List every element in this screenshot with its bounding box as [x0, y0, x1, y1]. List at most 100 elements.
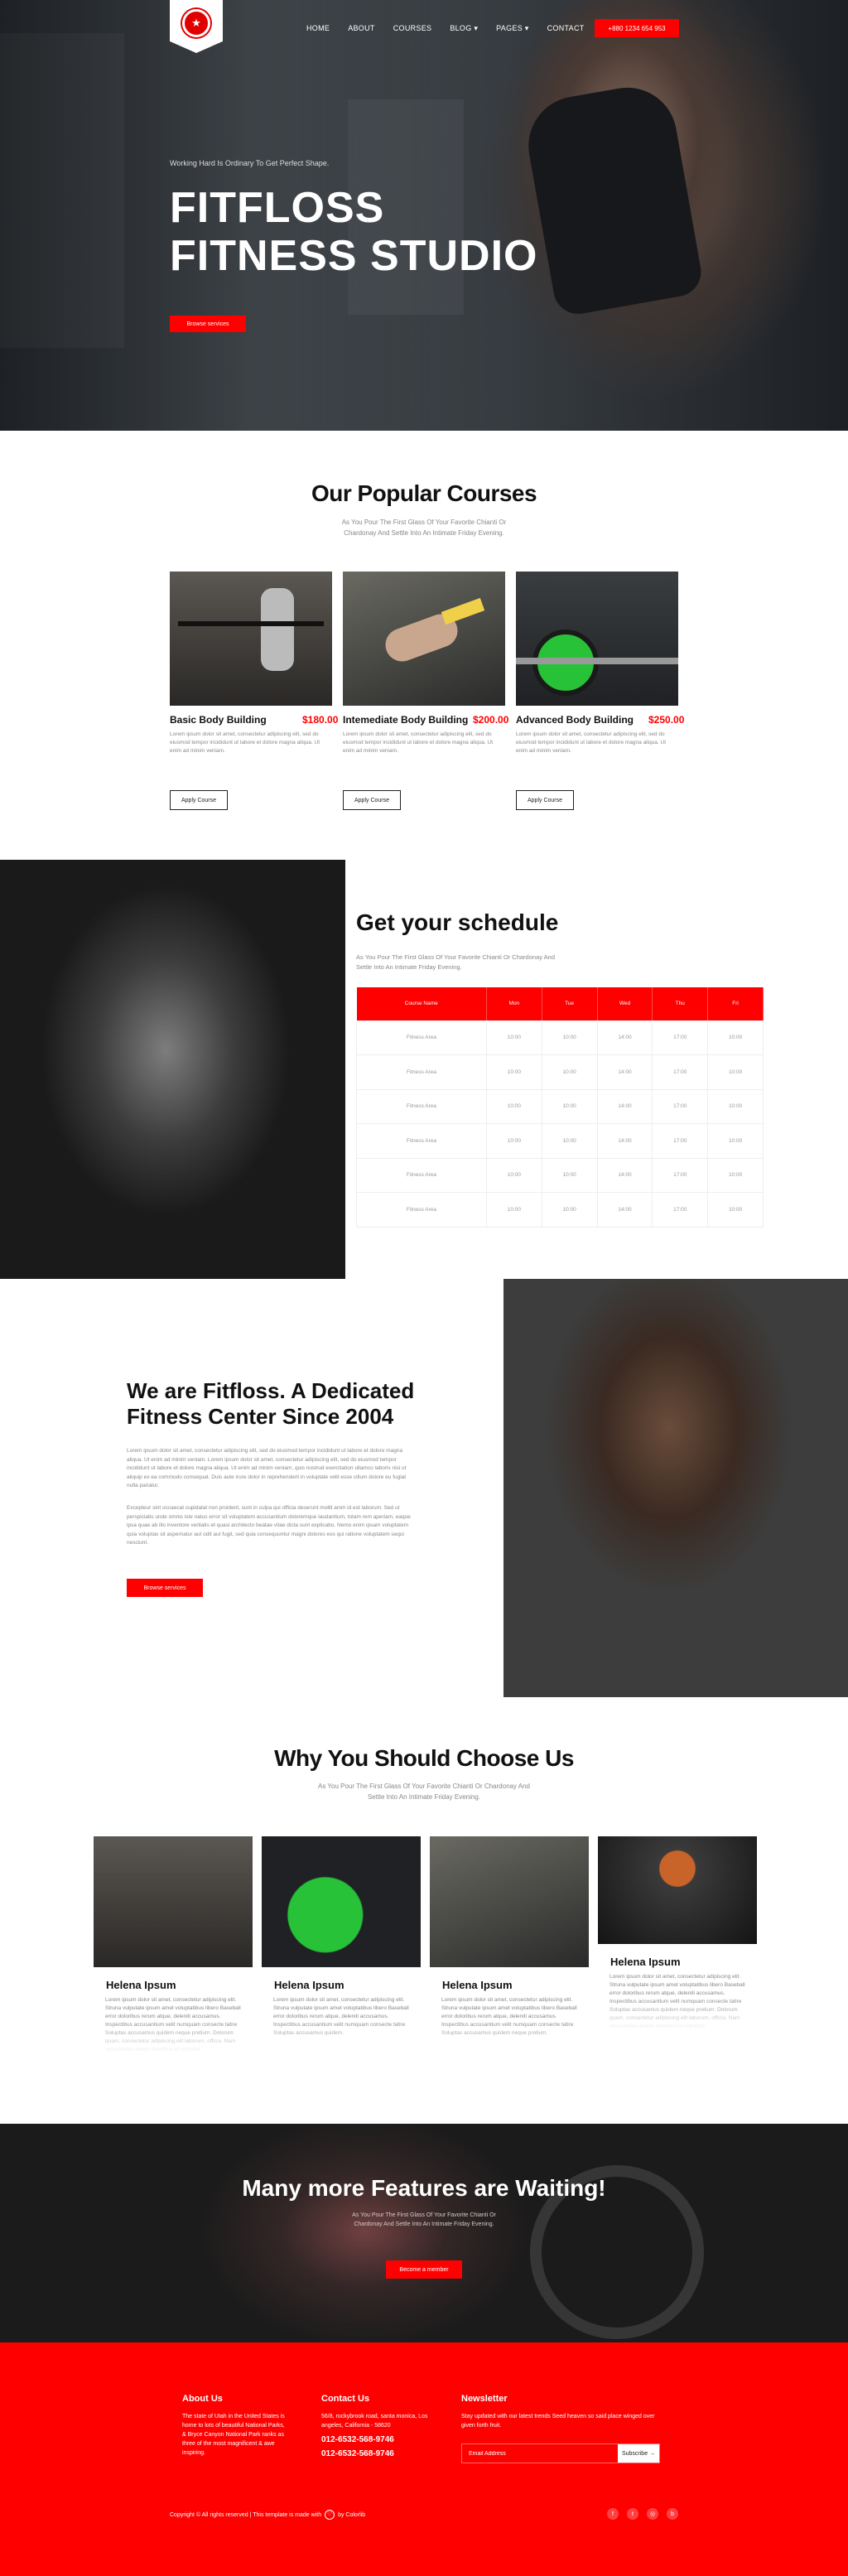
footer-about-text: The state of Utah in the United States i…: [182, 2414, 285, 2456]
why-card-image: [430, 1836, 589, 1967]
footer-newsletter-text: Stay updated with our latest trends Seed…: [461, 2414, 655, 2429]
copyright-text: Copyright © All rights reserved | This t…: [170, 2511, 322, 2518]
footer-newsletter-title: Newsletter: [461, 2394, 508, 2404]
table-cell: 10:00: [485, 1157, 542, 1193]
why-card-title: Helena Ipsum: [274, 1979, 344, 1991]
about-title-line2: Fitness Center Since 2004: [127, 1404, 394, 1429]
nav-blog[interactable]: BLOG ▾: [450, 24, 478, 33]
features-title: Many more Features are Waiting!: [242, 2175, 606, 2201]
why-card-text: Lorem ipsum dolor sit amet, consectetur …: [105, 1997, 241, 2053]
table-cell: 17:00: [652, 1123, 709, 1159]
course-name: Advanced Body Building: [516, 714, 634, 726]
why-subtitle: As You Pour The First Glass Of Your Favo…: [318, 1782, 530, 1801]
table-cell: 17:00: [652, 1020, 709, 1055]
hero-title-line2: FITNESS STUDIO: [170, 232, 538, 280]
why-card-image: [598, 1836, 757, 1944]
nav-contact[interactable]: CONTACT: [547, 24, 585, 33]
course-price: $250.00: [648, 714, 685, 726]
features-banner: Many more Features are Waiting! As You P…: [0, 2124, 848, 2342]
course-image: [516, 572, 678, 706]
about-title-line1: We are Fitfloss. A Dedicated: [127, 1378, 415, 1403]
hero-section: ★ HOME ABOUT COURSES BLOG ▾ PAGES ▾ CONT…: [0, 0, 848, 431]
table-cell: 17:00: [652, 1192, 709, 1228]
schedule-subtitle: As You Pour The First Glass Of Your Favo…: [356, 953, 555, 971]
email-input[interactable]: [462, 2444, 618, 2463]
nav-about[interactable]: ABOUT: [348, 24, 375, 33]
hero-title-line1: FITFLOSS: [170, 184, 385, 232]
logo[interactable]: ★: [170, 0, 223, 53]
table-row: Fitness Area 10:00 10:00 14:00 17:00 10:00: [356, 1088, 764, 1124]
table-cell: 10:00: [485, 1020, 542, 1055]
why-title: Why You Should Choose Us: [274, 1745, 574, 1771]
browse-services-button[interactable]: Browse services: [170, 316, 246, 332]
table-cell: 10:00: [541, 1157, 598, 1193]
course-description: Lorem ipsum dolor sit amet, consectetur …: [170, 731, 320, 754]
course-image: [170, 572, 332, 706]
why-card-text: Lorem ipsum dolor sit amet, consectetur …: [273, 1997, 409, 2036]
footer-contact-title: Contact Us: [321, 2394, 370, 2404]
become-member-button[interactable]: Become a member: [386, 2260, 462, 2279]
table-header: Wed: [597, 987, 653, 1020]
copyright-link[interactable]: by Colorlib: [338, 2512, 365, 2518]
table-cell: 10:00: [707, 1054, 764, 1090]
course-name: Intemediate Body Building: [343, 714, 469, 726]
why-card: Helena Ipsum Lorem ipsum dolor sit amet,…: [94, 1836, 253, 2054]
athlete-portrait-image: [504, 1279, 848, 1697]
course-price: $180.00: [302, 714, 339, 726]
table-cell: Fitness Area: [356, 1192, 487, 1228]
schedule-table: Course Name Mon Tue Wed Thu Fri Fitness …: [356, 987, 764, 1228]
table-cell: Fitness Area: [356, 1054, 487, 1090]
table-cell: Fitness Area: [356, 1157, 487, 1193]
table-row: Fitness Area 10:00 10:00 14:00 17:00 10:00: [356, 1157, 764, 1193]
table-cell: 10:00: [485, 1054, 542, 1090]
facebook-icon[interactable]: f: [607, 2508, 619, 2520]
table-cell: 10:00: [541, 1020, 598, 1055]
table-header: Fri: [707, 987, 764, 1020]
footer-phone[interactable]: 012-6532-568-9746: [321, 2449, 437, 2458]
table-cell: 10:00: [485, 1123, 542, 1159]
table-header: Course Name: [356, 987, 487, 1020]
footer-phone[interactable]: 012-6532-568-9746: [321, 2435, 437, 2444]
table-row: Fitness Area 10:00 10:00 14:00 17:00 10:00: [356, 1054, 764, 1090]
apply-course-button[interactable]: Apply Course: [170, 790, 228, 810]
about-paragraph: Lorem ipsum dolor sit amet, consectetur …: [127, 1448, 407, 1488]
hero-subtitle: Working Hard Is Ordinary To Get Perfect …: [170, 159, 330, 167]
why-card-image: [262, 1836, 421, 1967]
phone-button[interactable]: +880 1234 654 953: [595, 19, 679, 37]
table-cell: 10:00: [707, 1020, 764, 1055]
table-header: Tue: [542, 987, 598, 1020]
nav-pages[interactable]: PAGES ▾: [496, 24, 528, 33]
twitter-icon[interactable]: t: [627, 2508, 638, 2520]
why-card-title: Helena Ipsum: [106, 1979, 176, 1991]
table-cell: 17:00: [652, 1157, 709, 1193]
why-card: Helena Ipsum Lorem ipsum dolor sit amet,…: [598, 1836, 757, 2031]
footer-newsletter: Newsletter Stay updated with our latest …: [461, 2394, 664, 2430]
schedule-section: Get your schedule As You Pour The First …: [0, 860, 848, 1279]
behance-icon[interactable]: b: [667, 2508, 678, 2520]
heart-icon: ♡: [325, 2510, 335, 2520]
table-cell: 10:00: [485, 1088, 542, 1124]
table-row: Fitness Area 10:00 10:00 14:00 17:00 10:00: [356, 1020, 764, 1055]
instagram-icon[interactable]: ◎: [647, 2508, 658, 2520]
table-cell: Fitness Area: [356, 1020, 487, 1055]
table-header-row: Course Name Mon Tue Wed Thu Fri: [356, 987, 764, 1020]
newsletter-form: Subscribe →: [461, 2443, 660, 2463]
about-title: We are Fitfloss. A Dedicated Fitness Cen…: [127, 1378, 414, 1430]
subscribe-button[interactable]: Subscribe →: [618, 2444, 659, 2463]
table-cell: 10:00: [541, 1123, 598, 1159]
browse-services-button[interactable]: Browse services: [127, 1579, 203, 1597]
course-price: $200.00: [473, 714, 509, 726]
about-section: We are Fitfloss. A Dedicated Fitness Cen…: [0, 1279, 848, 1697]
main-menu: HOME ABOUT COURSES BLOG ▾ PAGES ▾ CONTAC…: [306, 24, 585, 33]
course-description: Lorem ipsum dolor sit amet, consectetur …: [343, 731, 494, 754]
nav-courses[interactable]: COURSES: [393, 24, 432, 33]
apply-course-button[interactable]: Apply Course: [343, 790, 401, 810]
nav-home[interactable]: HOME: [306, 24, 330, 33]
table-cell: 14:00: [596, 1054, 653, 1090]
table-row: Fitness Area 10:00 10:00 14:00 17:00 10:00: [356, 1192, 764, 1228]
table-cell: 10:00: [541, 1054, 598, 1090]
table-cell: 17:00: [652, 1088, 709, 1124]
why-choose-section: Why You Should Choose Us As You Pour The…: [0, 1697, 848, 2124]
why-card: Helena Ipsum Lorem ipsum dolor sit amet,…: [262, 1836, 421, 2054]
apply-course-button[interactable]: Apply Course: [516, 790, 574, 810]
